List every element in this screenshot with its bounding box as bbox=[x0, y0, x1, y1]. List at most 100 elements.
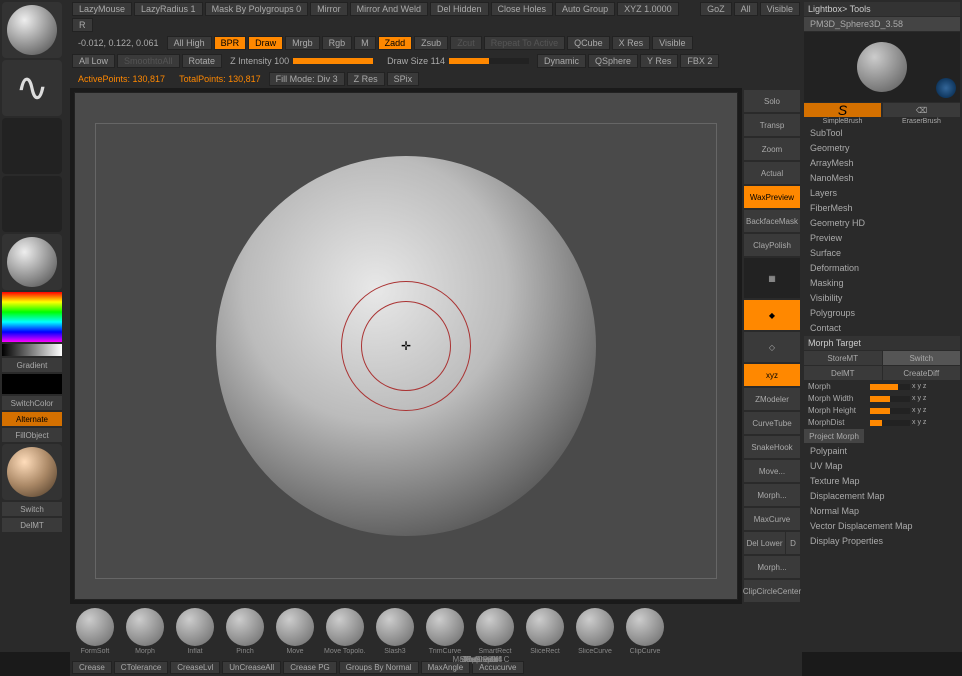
smooth-btn[interactable]: SmoothtoAll bbox=[117, 54, 180, 68]
creatediff-btn[interactable]: CreateDiff bbox=[883, 366, 961, 380]
vectordisp-item[interactable]: Vector Displacement Map bbox=[804, 519, 960, 533]
morphdot-btn[interactable]: Morph... bbox=[744, 556, 800, 578]
fillobject-btn[interactable]: FillObject bbox=[2, 428, 62, 442]
zcut-btn[interactable]: Zcut bbox=[450, 36, 482, 50]
skinshade-thumb[interactable] bbox=[2, 444, 62, 500]
polygroups-item[interactable]: Polygroups bbox=[804, 306, 960, 320]
geometry-item[interactable]: Geometry bbox=[804, 141, 960, 155]
storemt-btn[interactable]: StoreMT bbox=[804, 351, 882, 365]
mask-btn[interactable]: Mask By Polygroups 0 bbox=[205, 2, 309, 16]
switch2-btn[interactable]: Switch bbox=[883, 351, 961, 365]
zoom-btn[interactable]: Zoom bbox=[744, 138, 800, 160]
xres-btn[interactable]: X Res bbox=[612, 36, 651, 50]
morphdist-slider[interactable] bbox=[870, 420, 910, 426]
displacement-item[interactable]: Displacement Map bbox=[804, 489, 960, 503]
gradient-btn[interactable]: Gradient bbox=[2, 358, 62, 372]
alpha-thumb[interactable] bbox=[2, 118, 62, 174]
lazymouse-btn[interactable]: LazyMouse bbox=[72, 2, 132, 16]
sphere3d-item[interactable]: PM3D_Sphere3D_3.58 bbox=[804, 17, 960, 31]
morph-slider[interactable] bbox=[870, 384, 910, 390]
snakehook-btn[interactable]: SnakeHook bbox=[744, 436, 800, 458]
clipcircle-btn[interactable]: ClipCircleCenter bbox=[744, 580, 800, 602]
all-btn[interactable]: All bbox=[734, 2, 758, 16]
xyz-axis-btn[interactable]: xyz bbox=[744, 364, 800, 386]
fbx2-btn[interactable]: FBX 2 bbox=[680, 54, 719, 68]
zres-btn[interactable]: Z Res bbox=[347, 72, 385, 86]
visibility-item[interactable]: Visibility bbox=[804, 291, 960, 305]
brush-move[interactable]: Move bbox=[274, 608, 316, 655]
morphwidth-slider[interactable] bbox=[870, 396, 910, 402]
stroke-thumb[interactable]: ∿ bbox=[2, 60, 62, 116]
draw-btn[interactable]: Draw bbox=[248, 36, 283, 50]
brush-trimcurve[interactable]: TrimCurve bbox=[424, 608, 466, 655]
visible2-btn[interactable]: Visible bbox=[652, 36, 692, 50]
displayprops-item[interactable]: Display Properties bbox=[804, 534, 960, 548]
fillmode-btn[interactable]: Fill Mode: Div 3 bbox=[269, 72, 345, 86]
mirrorweld-btn[interactable]: Mirror And Weld bbox=[350, 2, 428, 16]
normalmap-item[interactable]: Normal Map bbox=[804, 504, 960, 518]
drawsize-slider[interactable] bbox=[449, 58, 529, 64]
transp-btn[interactable]: Transp bbox=[744, 114, 800, 136]
arraymesh-item[interactable]: ArrayMesh bbox=[804, 156, 960, 170]
yres-btn[interactable]: Y Res bbox=[640, 54, 678, 68]
d-btn[interactable]: D bbox=[786, 532, 800, 554]
mrgb-btn[interactable]: Mrgb bbox=[285, 36, 320, 50]
repeat-btn[interactable]: Repeat To Active bbox=[484, 36, 565, 50]
bpr-btn[interactable]: BPR bbox=[214, 36, 247, 50]
transp-icon[interactable]: ◇ bbox=[744, 332, 800, 362]
contact-item[interactable]: Contact bbox=[804, 321, 960, 335]
actual-btn[interactable]: Actual bbox=[744, 162, 800, 184]
texturemap-item[interactable]: Texture Map bbox=[804, 474, 960, 488]
backface-btn[interactable]: BackfaceMask bbox=[744, 210, 800, 232]
move-brush-btn[interactable]: Move... bbox=[744, 460, 800, 482]
gradient-bar[interactable] bbox=[2, 344, 62, 356]
dynamic-btn[interactable]: Dynamic bbox=[537, 54, 586, 68]
brush-morph[interactable]: Morph bbox=[124, 608, 166, 655]
delmt2-btn[interactable]: DelMT bbox=[804, 366, 882, 380]
switch-btn[interactable]: Switch bbox=[2, 502, 62, 516]
waxpreview-btn[interactable]: WaxPreview bbox=[744, 186, 800, 208]
xyz-btn[interactable]: XYZ 1.0000 bbox=[617, 2, 679, 16]
deformation-item[interactable]: Deformation bbox=[804, 261, 960, 275]
s-icon[interactable]: S bbox=[804, 103, 881, 117]
grid-icon[interactable]: ▦ bbox=[744, 258, 800, 298]
matcap-thumb[interactable] bbox=[2, 234, 62, 290]
fibermesh-item[interactable]: FiberMesh bbox=[804, 201, 960, 215]
solo-btn[interactable]: Solo bbox=[744, 90, 800, 112]
dellower-btn[interactable]: Del Lower bbox=[744, 532, 785, 554]
m-btn[interactable]: M bbox=[354, 36, 376, 50]
lightbox-header[interactable]: Lightbox> Tools bbox=[804, 2, 960, 16]
sphere-3d-object[interactable]: ✛ bbox=[216, 156, 596, 536]
brush-slash3[interactable]: Slash3 bbox=[374, 608, 416, 655]
material-thumb[interactable] bbox=[2, 2, 62, 58]
zsub-btn[interactable]: Zsub bbox=[414, 36, 448, 50]
brush-pinch[interactable]: Pinch bbox=[224, 608, 266, 655]
viewport[interactable]: ✛ bbox=[74, 92, 738, 600]
zmodeler-btn[interactable]: ZModeler bbox=[744, 388, 800, 410]
brush-clipcurve[interactable]: ClipCurve bbox=[624, 608, 666, 655]
delhidden-btn[interactable]: Del Hidden bbox=[430, 2, 489, 16]
alternate-btn[interactable]: Alternate bbox=[2, 412, 62, 426]
lazyradius-btn[interactable]: LazyRadius 1 bbox=[134, 2, 203, 16]
color-swatch[interactable] bbox=[2, 374, 62, 394]
alllow-btn[interactable]: All Low bbox=[72, 54, 115, 68]
visible-btn[interactable]: Visible bbox=[760, 2, 800, 16]
projectmorph-btn[interactable]: Project Morph bbox=[804, 429, 864, 443]
qcube-btn[interactable]: QCube bbox=[567, 36, 610, 50]
geometryhd-item[interactable]: Geometry HD bbox=[804, 216, 960, 230]
brush-inflat[interactable]: Inflat bbox=[174, 608, 216, 655]
curvetube-btn[interactable]: CurveTube bbox=[744, 412, 800, 434]
nanomesh-item[interactable]: NanoMesh bbox=[804, 171, 960, 185]
rgb-btn[interactable]: Rgb bbox=[322, 36, 353, 50]
subtool-item[interactable]: SubTool bbox=[804, 126, 960, 140]
eraser-icon[interactable]: ⌫ bbox=[883, 103, 960, 117]
sphere-icon[interactable] bbox=[936, 78, 956, 98]
brush-smartrect[interactable]: SmartRect bbox=[474, 608, 516, 655]
layers-item[interactable]: Layers bbox=[804, 186, 960, 200]
color-picker[interactable] bbox=[2, 292, 62, 342]
qsphere-btn[interactable]: QSphere bbox=[588, 54, 638, 68]
allhigh-btn[interactable]: All High bbox=[167, 36, 212, 50]
masking-item[interactable]: Masking bbox=[804, 276, 960, 290]
delmt-btn[interactable]: DelMT bbox=[2, 518, 62, 532]
claypolish-btn[interactable]: ClayPolish bbox=[744, 234, 800, 256]
